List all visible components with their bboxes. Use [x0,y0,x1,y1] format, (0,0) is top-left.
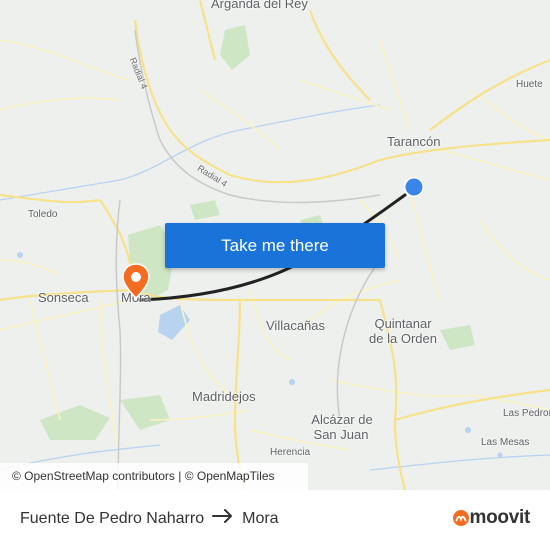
omt-attribution-link[interactable]: © OpenMapTiles [185,469,275,483]
osm-attribution-link[interactable]: © OpenStreetMap contributors [12,469,175,483]
destination-name: Mora [242,509,279,527]
moovit-logo[interactable]: moovit [452,507,530,529]
map-canvas[interactable]: Arganda del Rey Huete Tarancón Toledo So… [0,0,550,490]
place-label-quintanar-1: Quintanar [374,316,432,331]
take-me-there-button[interactable]: Take me there [165,223,385,268]
destination-pin-icon[interactable] [121,263,151,299]
place-label-quintanar-2: de la Orden [369,331,437,346]
place-label-alcazar-1: Alcázar de [311,412,373,427]
place-label-toledo: Toledo [28,209,58,220]
place-label-huete: Huete [516,79,543,90]
attribution-separator: | [178,469,182,483]
moovit-wordmark: moovit [469,507,531,528]
place-label-las-mesas: Las Mesas [481,437,530,448]
place-label-villacanas: Villacañas [266,318,326,333]
place-label-las-pedroneras: Las Pedroñ [503,408,550,419]
origin-marker-icon[interactable] [402,176,426,200]
place-label-arganda: Arganda del Rey [211,0,308,11]
place-label-sonseca: Sonseca [38,290,89,305]
moovit-logo-icon [452,510,469,526]
route-summary: Fuente De Pedro Naharro Mora [20,509,279,528]
footer-bar: Fuente De Pedro Naharro Mora moovit [0,490,550,550]
map-attribution: © OpenStreetMap contributors | © OpenMap… [0,463,308,490]
place-label-madridejos: Madridejos [192,389,256,404]
place-label-tarancon: Tarancón [387,134,441,149]
place-label-herencia: Herencia [270,447,311,458]
origin-name: Fuente De Pedro Naharro [20,509,205,527]
place-label-alcazar-2: San Juan [313,427,369,442]
arrow-right-icon [212,509,234,528]
